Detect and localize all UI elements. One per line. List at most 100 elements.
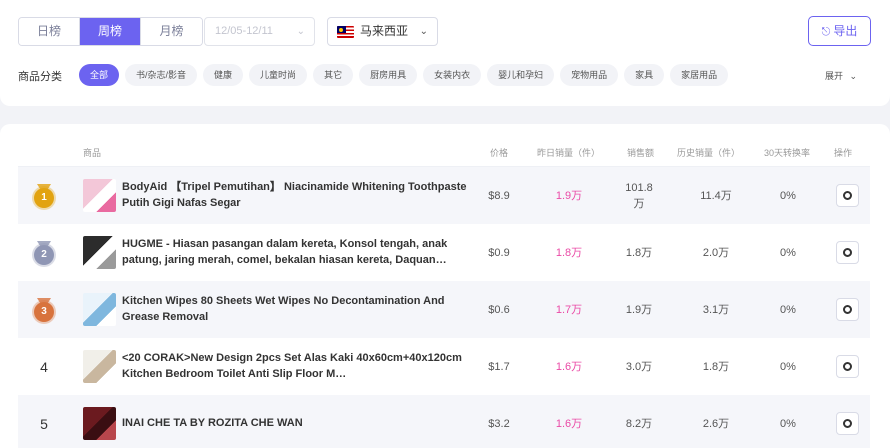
medal-rank: 2 — [34, 244, 54, 265]
product-thumbnail[interactable] — [83, 179, 116, 212]
tab-weekly[interactable]: 周榜 — [80, 18, 141, 45]
conversion-cell: 0% — [780, 304, 796, 316]
table-row: 4 <20 CORAK>New Design 2pcs Set Alas Kaki… — [18, 338, 870, 395]
table-row: 2 HUGME - Hiasan pasangan dalam kereta, K… — [18, 224, 870, 281]
col-product: 商品 — [83, 148, 102, 158]
yesterday-sales-cell: 1.7万 — [555, 304, 583, 316]
product-name-link[interactable]: Kitchen Wipes 80 Sheets Wet Wipes No Dec… — [122, 293, 467, 325]
sales-amount-cell: 3.0万 — [625, 361, 653, 373]
price-cell: $0.6 — [488, 304, 510, 316]
yesterday-sales-cell: 1.6万 — [555, 418, 583, 430]
rank-cell: 4 — [18, 338, 70, 395]
product-thumbnail[interactable] — [83, 350, 116, 383]
price-cell: $3.2 — [488, 418, 510, 430]
col-yesterday-sales: 昨日销量（件） — [537, 148, 601, 158]
conversion-cell: 0% — [780, 190, 796, 202]
date-range-value: 12/05-12/11 — [215, 25, 273, 37]
chevron-down-icon: ⌄ — [296, 26, 305, 37]
rank-cell: 2 — [18, 224, 70, 281]
category-chip[interactable]: 女装内衣 — [423, 64, 482, 86]
medal-rank: 1 — [34, 187, 54, 208]
chevron-down-icon: ⌄ — [419, 26, 428, 37]
category-label: 商品分类 — [18, 71, 62, 83]
view-details-button[interactable] — [836, 241, 859, 264]
view-details-button[interactable] — [836, 298, 859, 321]
product-name-link[interactable]: INAI CHE TA BY ROZITA CHE WAN — [122, 415, 467, 431]
period-switcher: 日榜 周榜 月榜 — [18, 17, 203, 46]
yesterday-sales-cell: 1.6万 — [555, 361, 583, 373]
col-conversion: 30天转换率 — [764, 148, 811, 158]
sales-amount-cell: 1.9万 — [625, 304, 653, 316]
table-row: 5 INAI CHE TA BY ROZITA CHE WAN $3.2 1.6万 8.… — [18, 395, 870, 448]
product-name-link[interactable]: <20 CORAK>New Design 2pcs Set Alas Kaki … — [122, 350, 467, 382]
search-icon — [843, 419, 852, 428]
malaysia-flag-icon — [337, 26, 354, 38]
table-row: 3 Kitchen Wipes 80 Sheets Wet Wipes No De… — [18, 281, 870, 338]
sales-amount-cell: 8.2万 — [625, 418, 653, 430]
category-chip[interactable]: 厨房用具 — [359, 64, 418, 86]
category-chip[interactable]: 宠物用品 — [560, 64, 619, 86]
product-name-link[interactable]: BodyAid 【Tripel Pemutihan】 Niacinamide W… — [122, 179, 467, 211]
rank-cell: 3 — [18, 281, 70, 338]
conversion-cell: 0% — [780, 361, 796, 373]
category-chip[interactable]: 家具 — [624, 64, 665, 86]
price-cell: $0.9 — [488, 247, 510, 259]
total-sales-cell: 3.1万 — [702, 304, 730, 316]
total-sales-cell: 1.8万 — [702, 361, 730, 373]
ranking-table: 商品 价格 昨日销量（件） 销售额 历史销量（件） 30天转换率 操作 1 Bod… — [0, 124, 890, 448]
country-select[interactable]: 马来西亚 ⌄ — [327, 17, 438, 46]
total-sales-cell: 2.0万 — [702, 247, 730, 259]
tab-monthly[interactable]: 月榜 — [141, 18, 202, 45]
view-details-button[interactable] — [836, 412, 859, 435]
rank-number: 4 — [40, 358, 48, 375]
total-sales-cell: 11.4万 — [700, 190, 732, 202]
conversion-cell: 0% — [780, 247, 796, 259]
view-details-button[interactable] — [836, 184, 859, 207]
category-filter: 全部 书/杂志/影音 健康 儿童时尚 其它 厨房用具 女装内衣 婴儿和孕妇 宠物… — [79, 64, 729, 86]
col-sales-amount: 销售额 — [627, 148, 655, 158]
bronze-medal-icon: 3 — [33, 297, 55, 322]
category-chip[interactable]: 婴儿和孕妇 — [487, 64, 555, 86]
category-chip-all[interactable]: 全部 — [79, 64, 120, 86]
col-total-sales: 历史销量（件） — [677, 148, 741, 158]
product-thumbnail[interactable] — [83, 293, 116, 326]
price-cell: $1.7 — [488, 361, 510, 373]
category-chip[interactable]: 其它 — [313, 64, 354, 86]
tab-daily[interactable]: 日榜 — [19, 18, 80, 45]
date-range-picker[interactable]: 12/05-12/11 ⌄ — [204, 17, 315, 46]
export-label: 导出 — [833, 24, 858, 38]
gold-medal-icon: 1 — [33, 183, 55, 208]
search-icon — [843, 191, 852, 200]
price-cell: $8.9 — [488, 190, 510, 202]
conversion-cell: 0% — [780, 418, 796, 430]
category-chip[interactable]: 儿童时尚 — [249, 64, 308, 86]
total-sales-cell: 2.6万 — [702, 418, 730, 430]
view-details-button[interactable] — [836, 355, 859, 378]
sales-amount-cell: 101.8 — [625, 182, 653, 194]
col-action: 操作 — [834, 148, 853, 158]
product-name-link[interactable]: HUGME - Hiasan pasangan dalam kereta, Ko… — [122, 236, 467, 268]
silver-medal-icon: 2 — [33, 240, 55, 265]
rank-cell: 1 — [18, 167, 70, 224]
yesterday-sales-cell: 1.9万 — [555, 190, 583, 202]
country-name: 马来西亚 — [360, 24, 409, 38]
table-header: 商品 价格 昨日销量（件） 销售额 历史销量（件） 30天转换率 操作 — [0, 142, 890, 167]
sales-amount-unit: 万 — [633, 198, 645, 210]
export-icon: ⎋ — [821, 26, 831, 38]
col-price: 价格 — [490, 148, 509, 158]
sales-amount-cell: 1.8万 — [625, 247, 653, 259]
product-thumbnail[interactable] — [83, 407, 116, 440]
category-chip[interactable]: 书/杂志/影音 — [125, 64, 198, 86]
yesterday-sales-cell: 1.8万 — [555, 247, 583, 259]
export-button[interactable]: ⎋ 导出 — [808, 16, 871, 46]
table-row: 1 BodyAid 【Tripel Pemutihan】 Niacinamide … — [18, 167, 870, 224]
expand-categories-button[interactable]: 展开 ⌄ — [825, 69, 857, 82]
search-icon — [843, 305, 852, 314]
rank-cell: 5 — [18, 395, 70, 448]
product-thumbnail[interactable] — [83, 236, 116, 269]
category-chip[interactable]: 家居用品 — [670, 64, 729, 86]
expand-label: 展开 — [825, 71, 844, 81]
filter-panel: 日榜 周榜 月榜 12/05-12/11 ⌄ 马来西亚 ⌄ ⎋ 导出 商品分类 全… — [0, 0, 890, 106]
category-chip[interactable]: 健康 — [203, 64, 244, 86]
medal-rank: 3 — [34, 301, 54, 322]
